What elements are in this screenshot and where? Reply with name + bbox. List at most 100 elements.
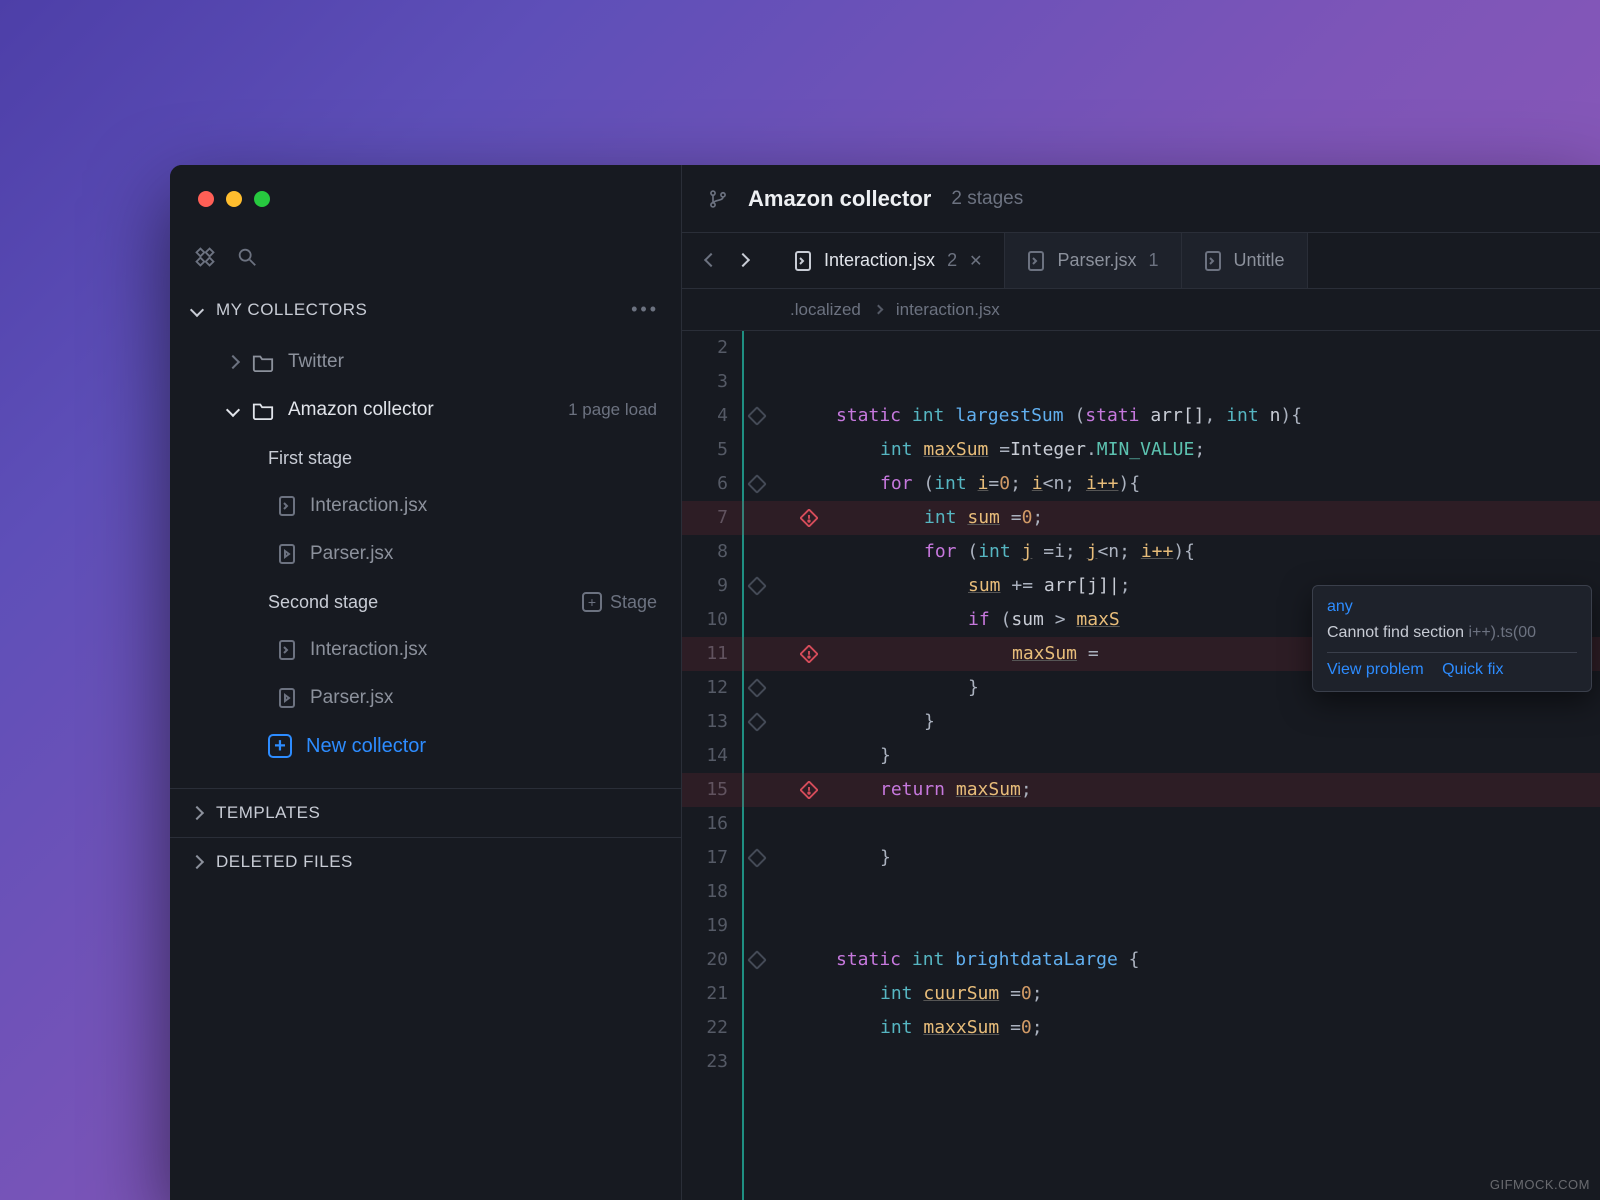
file-label: Parser.jsx [310, 543, 393, 565]
popover-type: any [1327, 598, 1577, 616]
code-line[interactable]: static int brightdataLarge { [792, 943, 1600, 977]
new-collector-button[interactable]: + New collector [170, 722, 681, 778]
collector-tree: Twitter Amazon collector 1 page load Fir… [170, 334, 681, 788]
editor-tab[interactable]: Untitle [1182, 233, 1308, 288]
window-traffic-lights [170, 165, 681, 233]
tabs-bar: Interaction.jsx2✕Parser.jsx1Untitle [682, 233, 1600, 289]
editor-tab[interactable]: Interaction.jsx2✕ [772, 233, 1005, 288]
file-icon [278, 495, 296, 517]
code-line[interactable]: } [792, 739, 1600, 773]
folder-icon [252, 352, 274, 372]
line-number: 20 [682, 943, 728, 977]
tab-badge: 1 [1149, 250, 1159, 271]
fold-marker-icon[interactable] [747, 678, 767, 698]
chevron-right-icon [190, 855, 204, 869]
code-line[interactable]: int cuurSum =0; [792, 977, 1600, 1011]
chevron-right-icon [226, 355, 240, 369]
editor-subtitle: 2 stages [951, 188, 1023, 210]
file-item[interactable]: Interaction.jsx [170, 626, 681, 674]
code-line[interactable]: } [792, 705, 1600, 739]
close-window-button[interactable] [198, 191, 214, 207]
code-line[interactable] [792, 875, 1600, 909]
sidebar: MY COLLECTORS ••• Twitter Amazon collect… [170, 165, 682, 1200]
add-stage-button[interactable]: + Stage [582, 592, 657, 613]
fold-marker-icon[interactable] [747, 576, 767, 596]
file-icon [278, 639, 296, 661]
tab-label: Untitle [1234, 250, 1285, 271]
file-icon [278, 543, 296, 565]
breadcrumb[interactable]: .localized interaction.jsx [682, 289, 1600, 331]
branch-icon [708, 187, 728, 211]
code-line[interactable] [792, 365, 1600, 399]
code-line[interactable]: int maxxSum =0; [792, 1011, 1600, 1045]
stage-header-2[interactable]: Second stage + Stage [170, 578, 681, 626]
file-label: Parser.jsx [310, 687, 393, 709]
stage-label: Second stage [268, 592, 378, 613]
chevron-right-icon [873, 305, 883, 315]
line-number: 3 [682, 365, 728, 399]
apps-icon[interactable] [194, 246, 216, 273]
line-number: 8 [682, 535, 728, 569]
section-deleted-files[interactable]: DELETED FILES [170, 837, 681, 886]
file-label: Interaction.jsx [310, 495, 427, 517]
editor-header: Amazon collector 2 stages [682, 165, 1600, 233]
code-editor[interactable]: 234567891011121314151617181920212223 sta… [682, 331, 1600, 1200]
line-number: 21 [682, 977, 728, 1011]
line-number: 23 [682, 1045, 728, 1079]
line-number: 2 [682, 331, 728, 365]
fold-marker-icon[interactable] [747, 712, 767, 732]
section-templates[interactable]: TEMPLATES [170, 788, 681, 837]
editor-tab[interactable]: Parser.jsx1 [1005, 233, 1181, 288]
code-line[interactable]: for (int j =i; j<n; i++){ [792, 535, 1600, 569]
view-problem-link[interactable]: View problem [1327, 661, 1424, 678]
stage-header-1[interactable]: First stage [170, 434, 681, 482]
line-number: 16 [682, 807, 728, 841]
fold-marker-icon[interactable] [747, 406, 767, 426]
file-icon [1204, 250, 1222, 272]
plus-icon: + [268, 734, 292, 758]
watermark: GIFMOCK.COM [1490, 1177, 1590, 1192]
line-number: 19 [682, 909, 728, 943]
code-line[interactable] [792, 331, 1600, 365]
nav-back-button[interactable] [706, 252, 716, 270]
collector-item-amazon[interactable]: Amazon collector 1 page load [170, 386, 681, 434]
maximize-window-button[interactable] [254, 191, 270, 207]
code-line[interactable] [792, 909, 1600, 943]
chevron-right-icon [190, 806, 204, 820]
quick-fix-link[interactable]: Quick fix [1442, 661, 1503, 678]
code-line[interactable]: return maxSum; [792, 773, 1600, 807]
code-line[interactable] [792, 807, 1600, 841]
file-label: Interaction.jsx [310, 639, 427, 661]
code-line[interactable]: static int largestSum (stati arr[], int … [792, 399, 1600, 433]
fold-marker-icon[interactable] [747, 474, 767, 494]
file-icon [1027, 250, 1045, 272]
code-line[interactable]: int maxSum =Integer.MIN_VALUE; [792, 433, 1600, 467]
search-icon[interactable] [236, 246, 258, 273]
line-number: 13 [682, 705, 728, 739]
code-area[interactable]: static int largestSum (stati arr[], int … [792, 331, 1600, 1200]
gutter-marks [742, 331, 792, 1200]
code-line[interactable]: } [792, 841, 1600, 875]
fold-marker-icon[interactable] [747, 950, 767, 970]
chevron-down-icon [190, 302, 204, 316]
collector-item-twitter[interactable]: Twitter [170, 338, 681, 386]
tab-badge: 2 [947, 250, 957, 271]
file-item[interactable]: Parser.jsx [170, 674, 681, 722]
file-item[interactable]: Parser.jsx [170, 530, 681, 578]
section-my-collectors[interactable]: MY COLLECTORS ••• [170, 285, 681, 334]
more-icon[interactable]: ••• [631, 299, 659, 320]
line-number: 9 [682, 569, 728, 603]
code-line[interactable]: for (int i=0; i<n; i++){ [792, 467, 1600, 501]
file-item[interactable]: Interaction.jsx [170, 482, 681, 530]
editor-title: Amazon collector [748, 186, 931, 212]
plus-icon: + [582, 592, 602, 612]
collector-meta: 1 page load [568, 400, 657, 420]
fold-marker-icon[interactable] [747, 848, 767, 868]
nav-forward-button[interactable] [738, 252, 748, 270]
code-line[interactable] [792, 1045, 1600, 1079]
close-tab-icon[interactable]: ✕ [969, 251, 982, 271]
diagnostic-popover: any Cannot find section i++).ts(00 View … [1312, 585, 1592, 692]
collector-label: Twitter [288, 351, 344, 373]
code-line[interactable]: int sum =0; [792, 501, 1600, 535]
minimize-window-button[interactable] [226, 191, 242, 207]
